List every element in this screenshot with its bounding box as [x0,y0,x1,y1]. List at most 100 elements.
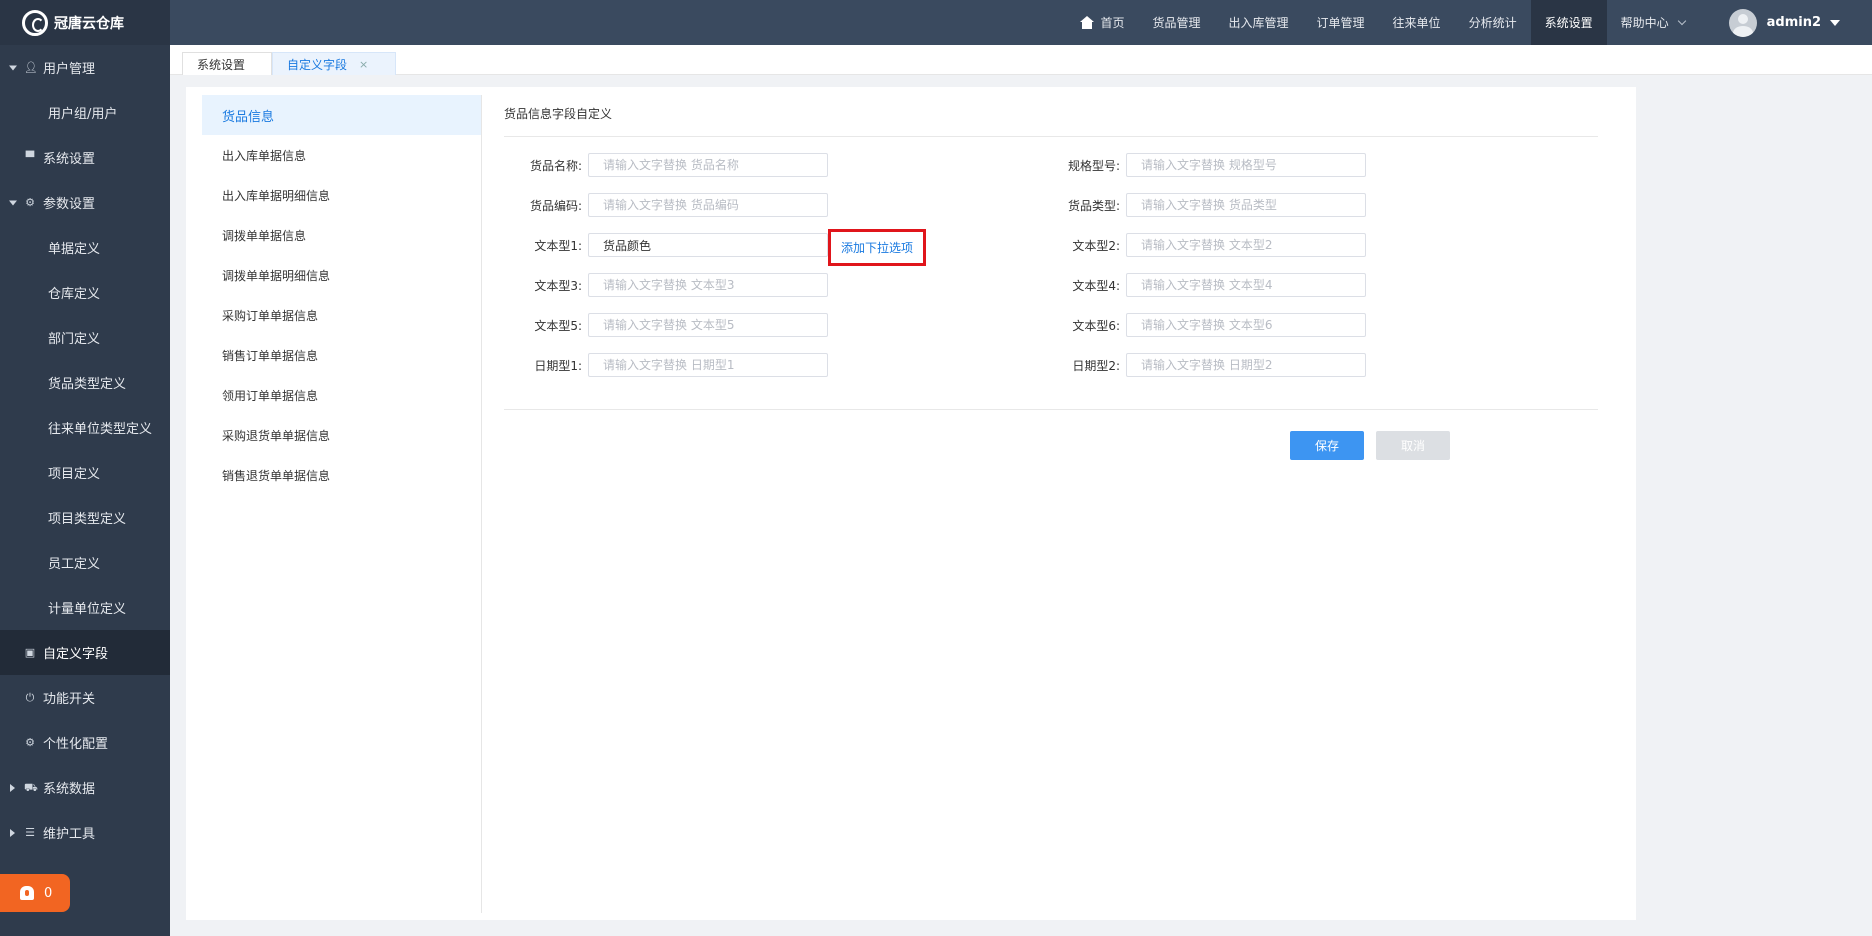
sidebar-item-param-settings[interactable]: ⚙ 参数设置 [0,180,170,225]
date2-input[interactable] [1126,353,1366,377]
nav-orders[interactable]: 订单管理 [1303,0,1379,45]
text3-input[interactable] [588,273,828,297]
text5-input[interactable] [588,313,828,337]
sidebar-item-project-type-def[interactable]: 项目类型定义 [0,495,170,540]
field-label: 文本型4: [1072,278,1120,293]
text6-input[interactable] [1126,313,1366,337]
tab-system-settings[interactable]: 系统设置 [182,52,272,75]
caret-down-icon [9,65,17,70]
add-dropdown-option-link[interactable]: 添加下拉选项 [828,229,926,266]
user-menu[interactable]: admin2 [1699,0,1872,45]
sidebar-item-dept-def[interactable]: 部门定义 [0,315,170,360]
nav-label: 帮助中心 [1620,16,1669,30]
field-goods-code: 货品编码: [504,193,828,217]
field-label: 规格型号: [1067,158,1120,173]
sidebar-item-partner-type-def[interactable]: 往来单位类型定义 [0,405,170,450]
sidebar-item-label: 仓库定义 [48,287,101,302]
sidebar-item-maintenance[interactable]: ☰ 维护工具 [0,810,170,855]
field-goods-type: 货品类型: [1042,193,1366,217]
save-icon: ▣ [24,645,36,659]
home-icon [1080,16,1095,29]
sidebar-item-label: 货品类型定义 [48,377,127,392]
sidebar-item-label: 维护工具 [43,827,96,842]
field-spec-model: 规格型号: [1042,153,1366,177]
sidebar-item-goods-type-def[interactable]: 货品类型定义 [0,360,170,405]
alert-button[interactable]: 0 [0,874,70,912]
top-bar: 首页 货品管理 出入库管理 订单管理 往来单位 分析统计 系统设置 帮助中心 a… [170,0,1872,45]
nav-help[interactable]: 帮助中心 [1607,0,1699,45]
text2-input[interactable] [1126,233,1366,257]
sidebar-item-user-management[interactable]: 👤︎ 用户管理 [0,45,170,90]
field-date2: 日期型2: [1042,353,1366,377]
list-item[interactable]: 销售订单单据信息 [202,335,481,375]
caret-right-icon [10,783,15,792]
goods-type-input[interactable] [1126,193,1366,217]
list-item[interactable]: 出入库单据明细信息 [202,175,481,215]
nav-analytics[interactable]: 分析统计 [1455,0,1531,45]
field-label: 货品编码: [529,198,582,213]
sidebar-item-custom-fields[interactable]: ▣ 自定义字段 [0,630,170,675]
list-item[interactable]: 调拨单单据明细信息 [202,255,481,295]
spec-model-input[interactable] [1126,153,1366,177]
nav-inout[interactable]: 出入库管理 [1215,0,1303,45]
sidebar-item-label: 部门定义 [48,332,101,347]
list-item[interactable]: 调拨单单据信息 [202,215,481,255]
text1-input[interactable] [588,233,828,257]
nav-partners[interactable]: 往来单位 [1379,0,1455,45]
save-button[interactable]: 保存 [1290,431,1364,460]
tab-custom-fields[interactable]: 自定义字段 × [272,52,396,75]
text4-input[interactable] [1126,273,1366,297]
list-item[interactable]: 出入库单据信息 [202,135,481,175]
close-icon[interactable]: × [359,58,368,71]
sidebar-item-system-settings[interactable]: ▀ 系统设置 [0,135,170,180]
goods-code-input[interactable] [588,193,828,217]
sidebar-item-unit-def[interactable]: 计量单位定义 [0,585,170,630]
app-logo[interactable]: 冠唐云仓库 [0,0,170,45]
category-list: 货品信息 出入库单据信息 出入库单据明细信息 调拨单单据信息 调拨单单据明细信息… [202,95,482,913]
sidebar-item-label: 往来单位类型定义 [48,422,153,437]
nav-label: 出入库管理 [1228,16,1289,30]
sidebar-item-project-def[interactable]: 项目定义 [0,450,170,495]
sidebar-item-user-groups[interactable]: 用户组/用户 [0,90,170,135]
tab-label: 自定义字段 [287,57,348,72]
nav-label: 首页 [1100,16,1125,30]
sidebar-item-label: 用户组/用户 [48,107,118,122]
nav-goods[interactable]: 货品管理 [1139,0,1215,45]
sidebar-item-warehouse-def[interactable]: 仓库定义 [0,270,170,315]
sidebar-item-label: 参数设置 [43,197,96,212]
list-item[interactable]: 领用订单单据信息 [202,375,481,415]
sidebar-item-system-data[interactable]: ⛟ 系统数据 [0,765,170,810]
field-label: 文本型1: [534,238,582,253]
field-goods-name: 货品名称: [504,153,828,177]
monitor-icon: ▀ [25,150,35,164]
sidebar-item-employee-def[interactable]: 员工定义 [0,540,170,585]
sidebar-item-label: 系统设置 [43,152,96,167]
date1-input[interactable] [588,353,828,377]
logo-icon [22,9,48,36]
sidebar-item-personalization[interactable]: ⚙ 个性化配置 [0,720,170,765]
sidebar-item-doc-def[interactable]: 单据定义 [0,225,170,270]
field-label: 货品名称: [529,158,582,173]
sidebar-item-label: 自定义字段 [43,647,109,662]
list-item[interactable]: 货品信息 [202,95,481,135]
database-icon: ☰ [25,825,35,839]
field-label: 日期型1: [534,358,582,373]
main-card: 货品信息 出入库单据信息 出入库单据明细信息 调拨单单据信息 调拨单单据明细信息… [186,87,1636,920]
list-item[interactable]: 销售退货单单据信息 [202,455,481,495]
cart-icon: ⛟ [24,780,38,794]
nav-label: 往来单位 [1392,16,1441,30]
sidebar-item-label: 计量单位定义 [48,602,127,617]
gear-icon: ⚙ [25,195,35,209]
cancel-button[interactable]: 取消 [1376,431,1450,460]
field-label: 文本型2: [1072,238,1120,253]
nav-home[interactable]: 首页 [1066,0,1138,45]
nav-label: 系统设置 [1544,16,1593,30]
tab-label: 系统设置 [197,57,246,72]
list-item[interactable]: 采购订单单据信息 [202,295,481,335]
divider [504,136,1598,137]
goods-name-input[interactable] [588,153,828,177]
nav-system-settings[interactable]: 系统设置 [1530,0,1607,45]
nav-label: 分析统计 [1468,16,1517,30]
list-item[interactable]: 采购退货单单据信息 [202,415,481,455]
sidebar-item-feature-switch[interactable]: ⏻ 功能开关 [0,675,170,720]
